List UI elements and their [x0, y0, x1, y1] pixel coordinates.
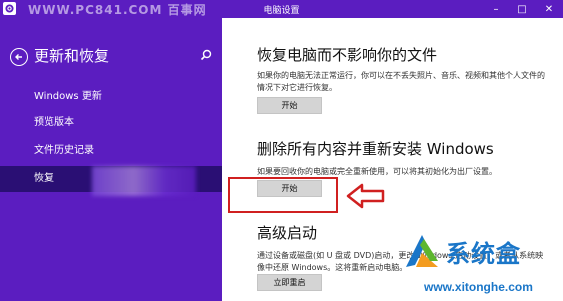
- search-icon[interactable]: [199, 48, 213, 62]
- minimize-button[interactable]: –: [483, 0, 509, 18]
- section-title-advanced-startup: 高级启动: [257, 224, 318, 242]
- sidebar-heading: 更新和恢复: [34, 47, 110, 65]
- section-title-refresh: 恢复电脑而不影响你的文件: [257, 46, 438, 64]
- left-arrow-icon: [346, 183, 385, 209]
- xitonghe-logo-icon: [406, 235, 438, 267]
- maximize-button[interactable]: □: [509, 0, 535, 18]
- title-bar: WWW.PC841.COM 百事网 电脑设置 – □ ✕: [0, 0, 563, 18]
- section-title-reset: 删除所有内容并重新安装 Windows: [257, 140, 494, 158]
- logo-url: www.xitonghe.com: [424, 280, 533, 294]
- logo-watermark: 系统盒 www.xitonghe.com: [394, 228, 563, 301]
- highlight-box: [228, 177, 338, 213]
- sidebar-item-windows-update[interactable]: Windows 更新: [0, 84, 222, 110]
- pixelated-blur: [92, 166, 196, 196]
- window-title: 电脑设置: [263, 6, 300, 16]
- section-desc-refresh: 如果你的电脑无法正常运行，你可以在不丢失照片、音乐、视频和其他个人文件的情况下对…: [257, 71, 545, 92]
- close-button[interactable]: ✕: [535, 0, 563, 18]
- back-arrow-icon[interactable]: [10, 48, 28, 66]
- sidebar-item-file-history[interactable]: 文件历史记录: [0, 138, 222, 164]
- logo-brand: 系统盒: [446, 240, 521, 268]
- sidebar-item-preview-builds[interactable]: 预览版本: [0, 110, 222, 136]
- restart-now-button[interactable]: 立即重启: [257, 274, 322, 291]
- refresh-start-button[interactable]: 开始: [257, 97, 322, 114]
- sidebar: 更新和恢复 Windows 更新 预览版本 文件历史记录 恢复: [0, 18, 222, 301]
